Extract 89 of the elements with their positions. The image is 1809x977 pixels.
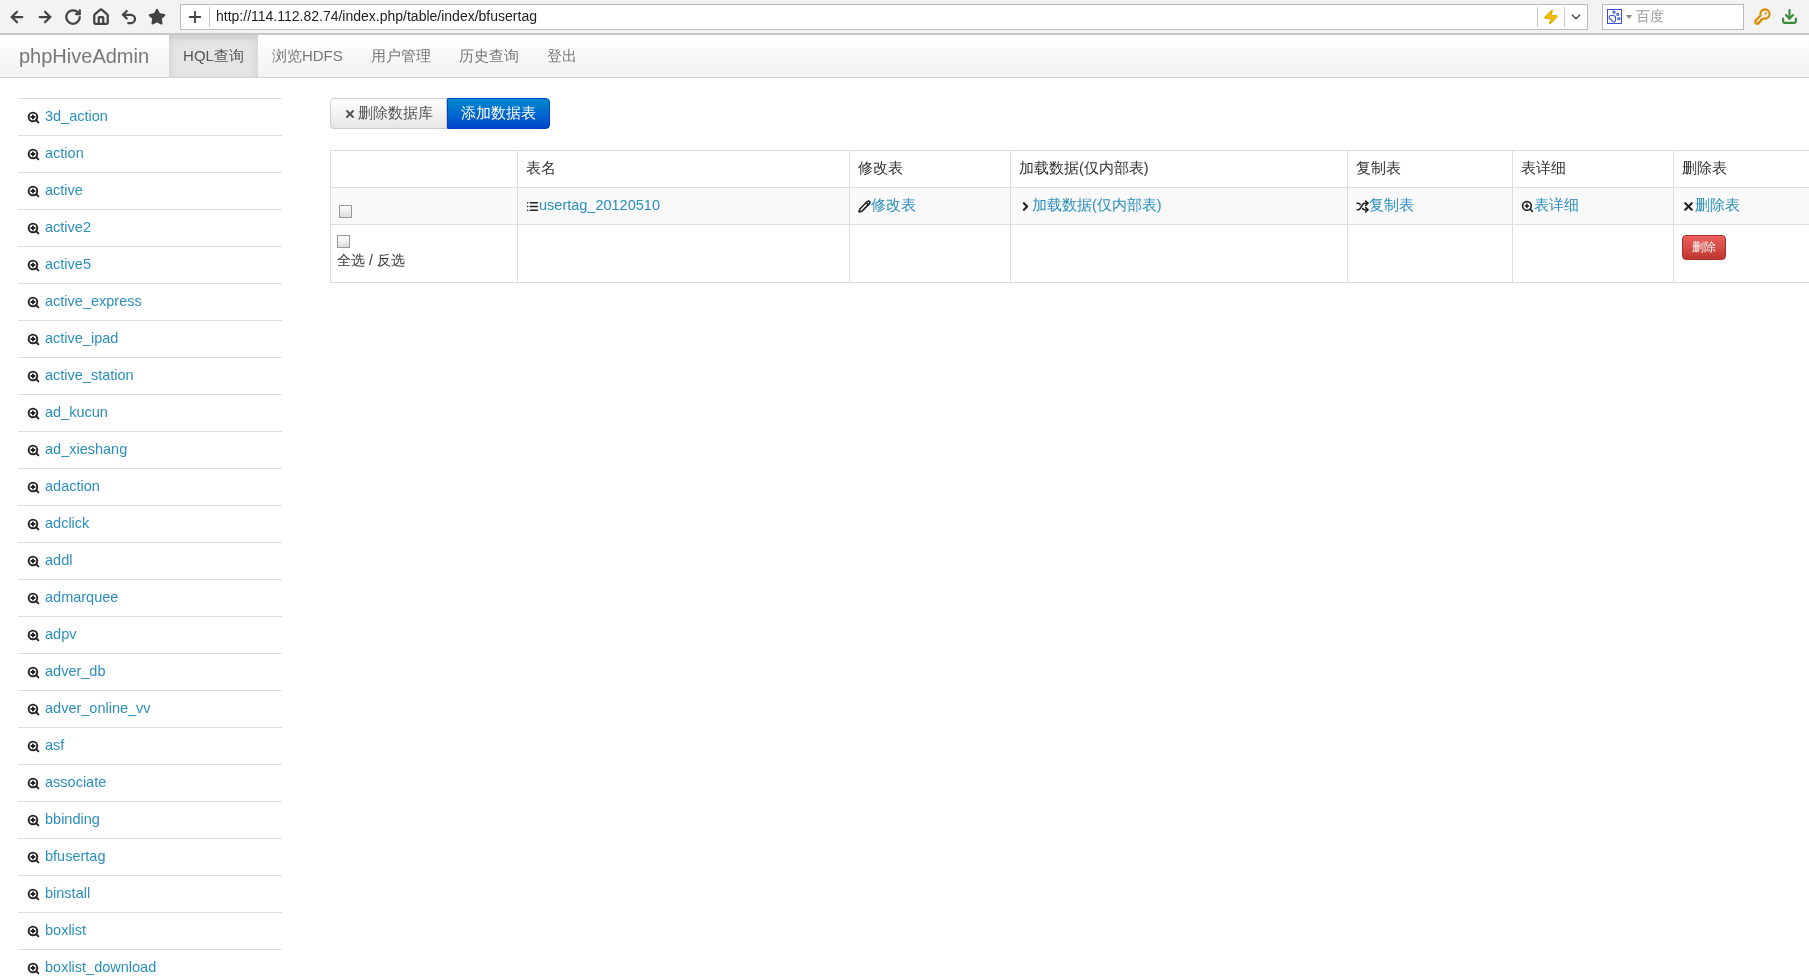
sidebar-item[interactable]: action (18, 136, 282, 173)
header-cell: 复制表 (1347, 151, 1512, 187)
sidebar-item[interactable]: active2 (18, 210, 282, 247)
sidebar-item[interactable]: boxlist (18, 913, 282, 950)
nav-tab[interactable]: 用户管理 (356, 35, 445, 77)
zoom-icon (27, 850, 40, 864)
zoom-icon (27, 480, 40, 494)
brand-title[interactable]: phpHiveAdmin (19, 41, 150, 71)
sidebar-item[interactable]: active_express (18, 284, 282, 321)
download-icon[interactable] (1781, 8, 1798, 25)
zoom-icon (27, 406, 40, 420)
sidebar-item[interactable]: 3d_action (18, 99, 282, 136)
zoom-icon (27, 443, 40, 457)
sidebar-item[interactable]: bfusertag (18, 839, 282, 876)
header-cell: 加载数据(仅内部表) (1010, 151, 1347, 187)
sidebar-item[interactable]: ad_kucun (18, 395, 282, 432)
sidebar-item[interactable]: adaction (18, 469, 282, 506)
zoom-icon (1521, 199, 1534, 213)
zoom-icon (27, 369, 40, 383)
sidebar-item[interactable]: addl (18, 543, 282, 580)
caret-icon[interactable] (1626, 14, 1632, 19)
nav-tab[interactable]: 登出 (532, 35, 591, 77)
header-cell: 表名 (517, 151, 849, 187)
search-input[interactable]: 百度 (1636, 6, 1726, 27)
nav-tab[interactable]: 历史查询 (444, 35, 533, 77)
zoom-icon (27, 813, 40, 827)
zoom-icon (27, 702, 40, 716)
zoom-icon (27, 147, 40, 161)
zoom-icon (27, 665, 40, 679)
undo-icon[interactable] (120, 7, 138, 26)
sidebar-item[interactable]: asf (18, 728, 282, 765)
url-text: http://114.112.82.74/index.php/table/index/bfusertag (216, 7, 538, 26)
table-link[interactable]: usertag_20120510 (526, 195, 660, 217)
zoom-icon (27, 110, 40, 124)
reload-icon[interactable] (64, 7, 82, 26)
zoom-icon (27, 258, 40, 272)
zoom-icon (27, 776, 40, 790)
sidebar-item[interactable]: binstall (18, 876, 282, 913)
zoom-icon (27, 332, 40, 346)
pencil-icon (858, 199, 871, 213)
paw-icon[interactable] (1607, 9, 1622, 24)
close-icon (344, 107, 356, 120)
sidebar-item[interactable]: admarquee (18, 580, 282, 617)
delete-database-button[interactable]: 删除数据库 (330, 98, 447, 129)
sidebar-item[interactable]: associate (18, 765, 282, 802)
list-icon (526, 199, 539, 213)
sidebar-item[interactable]: active (18, 173, 282, 210)
checkbox[interactable] (337, 235, 350, 248)
delete-button[interactable]: 删除 (1682, 234, 1726, 260)
header-cell: 修改表 (849, 151, 1010, 187)
address-bar[interactable]: http://114.112.82.74/index.php/table/index/bfusertag (180, 3, 1588, 30)
table-link[interactable]: 删除表 (1682, 195, 1740, 217)
table-link[interactable]: 复制表 (1356, 195, 1414, 217)
close-icon (1682, 199, 1695, 213)
nav-tab[interactable]: HQL查询 (169, 35, 258, 77)
sidebar-item[interactable]: active_station (18, 358, 282, 395)
zoom-icon (27, 184, 40, 198)
add-table-button[interactable]: 添加数据表 (447, 98, 550, 129)
home-icon[interactable] (92, 7, 110, 26)
search-field[interactable]: 百度 (1602, 3, 1744, 30)
zoom-icon (27, 591, 40, 605)
nav-tab[interactable]: 浏览HDFS (257, 35, 357, 77)
sidebar-item[interactable]: ad_xieshang (18, 432, 282, 469)
zoom-icon (27, 221, 40, 235)
zoom-icon (27, 887, 40, 901)
table-link[interactable]: 加载数据(仅内部表) (1019, 195, 1162, 217)
zoom-icon (27, 961, 40, 975)
table-link[interactable]: 表详细 (1521, 195, 1579, 217)
checkbox[interactable] (339, 205, 352, 218)
zoom-icon (27, 295, 40, 309)
star-icon[interactable] (148, 7, 166, 26)
sidebar-item[interactable]: active_ipad (18, 321, 282, 358)
table-link[interactable]: 修改表 (858, 195, 916, 217)
zoom-icon (27, 924, 40, 938)
header-cell: 删除表 (1673, 151, 1809, 187)
zoom-icon (27, 628, 40, 642)
sidebar-item[interactable]: bbinding (18, 802, 282, 839)
zoom-icon (27, 517, 40, 531)
sidebar-item[interactable]: active5 (18, 247, 282, 284)
sidebar-item[interactable]: adclick (18, 506, 282, 543)
zoom-icon (27, 739, 40, 753)
sidebar-item[interactable]: adver_online_vv (18, 691, 282, 728)
sidebar-item[interactable]: adver_db (18, 654, 282, 691)
sidebar-item[interactable]: adpv (18, 617, 282, 654)
select-all-label: 全选 / 反选 (337, 251, 406, 270)
shuffle-icon (1356, 199, 1369, 213)
header-cell: 表详细 (1512, 151, 1673, 187)
zoom-icon (27, 554, 40, 568)
sidebar-item[interactable]: boxlist_download (18, 950, 282, 977)
